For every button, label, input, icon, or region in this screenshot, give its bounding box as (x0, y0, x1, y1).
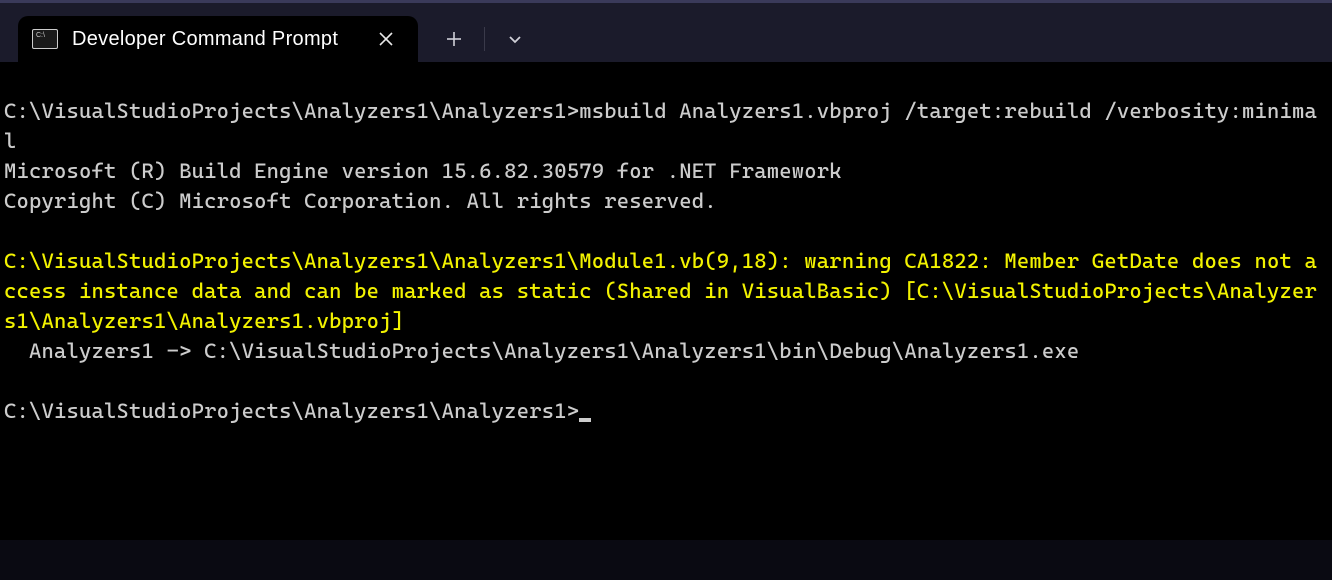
build-engine-line: Microsoft (R) Build Engine version 15.6.… (4, 156, 1328, 186)
close-tab-button[interactable] (370, 27, 402, 51)
bottom-strip (0, 540, 1332, 580)
warning-line: C:\VisualStudioProjects\Analyzers1\Analy… (4, 246, 1328, 336)
new-tab-button[interactable] (430, 21, 478, 57)
build-output-line: Analyzers1 -> C:\VisualStudioProjects\An… (4, 336, 1328, 366)
plus-icon (446, 31, 462, 47)
tab-dropdown-button[interactable] (491, 21, 539, 57)
tab-bar: C:\ Developer Command Prompt (0, 0, 1332, 62)
command-prompt-icon: C:\ (32, 29, 58, 49)
close-icon (378, 31, 394, 47)
chevron-down-icon (507, 31, 523, 47)
active-tab[interactable]: C:\ Developer Command Prompt (18, 16, 418, 62)
prompt-path: C:\VisualStudioProjects\Analyzers1\Analy… (4, 99, 579, 123)
terminal-output[interactable]: C:\VisualStudioProjects\Analyzers1\Analy… (0, 62, 1332, 540)
divider (484, 27, 485, 51)
copyright-line: Copyright (C) Microsoft Corporation. All… (4, 186, 1328, 216)
tab-title: Developer Command Prompt (72, 28, 356, 51)
cursor (579, 418, 591, 422)
tab-actions (418, 16, 539, 62)
prompt-path: C:\VisualStudioProjects\Analyzers1\Analy… (4, 399, 579, 423)
